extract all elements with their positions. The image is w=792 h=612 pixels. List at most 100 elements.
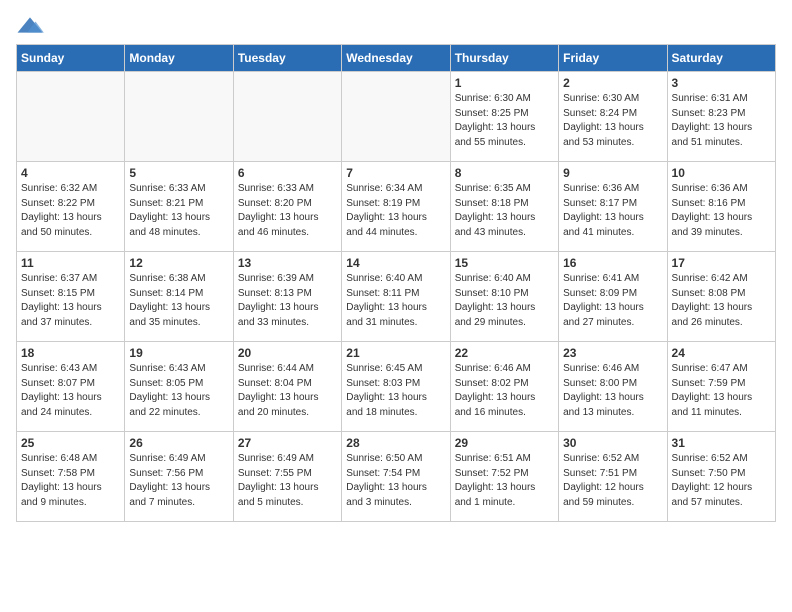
calendar-cell: 23 Sunrise: 6:46 AMSunset: 8:00 PMDayligh… bbox=[559, 342, 667, 432]
calendar-cell: 15 Sunrise: 6:40 AMSunset: 8:10 PMDayligh… bbox=[450, 252, 558, 342]
day-info: Sunrise: 6:39 AMSunset: 8:13 PMDaylight:… bbox=[238, 272, 337, 330]
calendar-cell: 31 Sunrise: 6:52 AMSunset: 7:50 PMDayligh… bbox=[667, 432, 775, 522]
day-number: 23 bbox=[563, 346, 662, 360]
calendar-cell: 29 Sunrise: 6:51 AMSunset: 7:52 PMDayligh… bbox=[450, 432, 558, 522]
day-number: 4 bbox=[21, 166, 120, 180]
day-number: 20 bbox=[238, 346, 337, 360]
weekday-wednesday: Wednesday bbox=[342, 45, 450, 72]
logo bbox=[16, 16, 46, 34]
calendar-cell bbox=[125, 72, 233, 162]
day-number: 5 bbox=[129, 166, 228, 180]
day-info: Sunrise: 6:41 AMSunset: 8:09 PMDaylight:… bbox=[563, 272, 662, 330]
calendar-cell: 6Sunrise: 6:33 AMSunset: 8:20 PMDaylight… bbox=[233, 162, 341, 252]
calendar-week-3: 11 Sunrise: 6:37 AMSunset: 8:15 PMDayligh… bbox=[17, 252, 776, 342]
day-info: Sunrise: 6:37 AMSunset: 8:15 PMDaylight:… bbox=[21, 272, 120, 330]
day-number: 6 bbox=[238, 166, 337, 180]
day-info: Sunrise: 6:49 AMSunset: 7:56 PMDaylight:… bbox=[129, 452, 228, 510]
calendar-cell: 7 Sunrise: 6:34 AMSunset: 8:19 PMDaylight… bbox=[342, 162, 450, 252]
logo-icon bbox=[16, 16, 44, 34]
day-number: 15 bbox=[455, 256, 554, 270]
weekday-tuesday: Tuesday bbox=[233, 45, 341, 72]
day-number: 7 bbox=[346, 166, 445, 180]
day-number: 31 bbox=[672, 436, 771, 450]
day-info: Sunrise: 6:42 AMSunset: 8:08 PMDaylight:… bbox=[672, 272, 771, 330]
day-number: 27 bbox=[238, 436, 337, 450]
day-number: 18 bbox=[21, 346, 120, 360]
calendar-cell: 8 Sunrise: 6:35 AMSunset: 8:18 PMDaylight… bbox=[450, 162, 558, 252]
day-info: Sunrise: 6:40 AMSunset: 8:10 PMDaylight:… bbox=[455, 272, 554, 330]
calendar-cell: 2Sunrise: 6:30 AMSunset: 8:24 PMDaylight… bbox=[559, 72, 667, 162]
weekday-monday: Monday bbox=[125, 45, 233, 72]
calendar-cell: 30 Sunrise: 6:52 AMSunset: 7:51 PMDayligh… bbox=[559, 432, 667, 522]
calendar-cell: 14Sunrise: 6:40 AMSunset: 8:11 PMDayligh… bbox=[342, 252, 450, 342]
day-info: Sunrise: 6:34 AMSunset: 8:19 PMDaylight:… bbox=[346, 182, 445, 240]
day-info: Sunrise: 6:48 AMSunset: 7:58 PMDaylight:… bbox=[21, 452, 120, 510]
day-number: 30 bbox=[563, 436, 662, 450]
day-info: Sunrise: 6:46 AMSunset: 8:00 PMDaylight:… bbox=[563, 362, 662, 420]
day-info: Sunrise: 6:31 AMSunset: 8:23 PMDaylight:… bbox=[672, 92, 771, 150]
calendar-cell: 26Sunrise: 6:49 AMSunset: 7:56 PMDayligh… bbox=[125, 432, 233, 522]
day-info: Sunrise: 6:44 AMSunset: 8:04 PMDaylight:… bbox=[238, 362, 337, 420]
day-number: 25 bbox=[21, 436, 120, 450]
calendar-week-2: 4 Sunrise: 6:32 AMSunset: 8:22 PMDaylight… bbox=[17, 162, 776, 252]
day-number: 11 bbox=[21, 256, 120, 270]
day-number: 3 bbox=[672, 76, 771, 90]
day-number: 13 bbox=[238, 256, 337, 270]
day-number: 24 bbox=[672, 346, 771, 360]
weekday-sunday: Sunday bbox=[17, 45, 125, 72]
calendar-cell: 11 Sunrise: 6:37 AMSunset: 8:15 PMDayligh… bbox=[17, 252, 125, 342]
day-number: 8 bbox=[455, 166, 554, 180]
day-info: Sunrise: 6:30 AMSunset: 8:24 PMDaylight:… bbox=[563, 92, 662, 150]
weekday-friday: Friday bbox=[559, 45, 667, 72]
day-info: Sunrise: 6:38 AMSunset: 8:14 PMDaylight:… bbox=[129, 272, 228, 330]
day-number: 9 bbox=[563, 166, 662, 180]
calendar-cell: 3 Sunrise: 6:31 AMSunset: 8:23 PMDaylight… bbox=[667, 72, 775, 162]
day-info: Sunrise: 6:50 AMSunset: 7:54 PMDaylight:… bbox=[346, 452, 445, 510]
calendar-cell: 18 Sunrise: 6:43 AMSunset: 8:07 PMDayligh… bbox=[17, 342, 125, 432]
day-info: Sunrise: 6:36 AMSunset: 8:16 PMDaylight:… bbox=[672, 182, 771, 240]
day-number: 22 bbox=[455, 346, 554, 360]
day-info: Sunrise: 6:40 AMSunset: 8:11 PMDaylight:… bbox=[346, 272, 445, 330]
calendar-cell bbox=[17, 72, 125, 162]
calendar-week-4: 18 Sunrise: 6:43 AMSunset: 8:07 PMDayligh… bbox=[17, 342, 776, 432]
day-number: 16 bbox=[563, 256, 662, 270]
calendar-cell: 5 Sunrise: 6:33 AMSunset: 8:21 PMDaylight… bbox=[125, 162, 233, 252]
day-info: Sunrise: 6:46 AMSunset: 8:02 PMDaylight:… bbox=[455, 362, 554, 420]
day-number: 29 bbox=[455, 436, 554, 450]
day-info: Sunrise: 6:51 AMSunset: 7:52 PMDaylight:… bbox=[455, 452, 554, 510]
weekday-header-row: SundayMondayTuesdayWednesdayThursdayFrid… bbox=[17, 45, 776, 72]
calendar-cell: 13 Sunrise: 6:39 AMSunset: 8:13 PMDayligh… bbox=[233, 252, 341, 342]
day-number: 17 bbox=[672, 256, 771, 270]
calendar-cell: 24 Sunrise: 6:47 AMSunset: 7:59 PMDayligh… bbox=[667, 342, 775, 432]
calendar-cell: 20 Sunrise: 6:44 AMSunset: 8:04 PMDayligh… bbox=[233, 342, 341, 432]
calendar-cell: 1 Sunrise: 6:30 AMSunset: 8:25 PMDaylight… bbox=[450, 72, 558, 162]
day-info: Sunrise: 6:35 AMSunset: 8:18 PMDaylight:… bbox=[455, 182, 554, 240]
calendar-cell: 4 Sunrise: 6:32 AMSunset: 8:22 PMDaylight… bbox=[17, 162, 125, 252]
day-info: Sunrise: 6:47 AMSunset: 7:59 PMDaylight:… bbox=[672, 362, 771, 420]
day-info: Sunrise: 6:36 AMSunset: 8:17 PMDaylight:… bbox=[563, 182, 662, 240]
calendar-cell: 9 Sunrise: 6:36 AMSunset: 8:17 PMDaylight… bbox=[559, 162, 667, 252]
calendar-cell: 22 Sunrise: 6:46 AMSunset: 8:02 PMDayligh… bbox=[450, 342, 558, 432]
weekday-thursday: Thursday bbox=[450, 45, 558, 72]
calendar-cell: 10 Sunrise: 6:36 AMSunset: 8:16 PMDayligh… bbox=[667, 162, 775, 252]
day-info: Sunrise: 6:52 AMSunset: 7:50 PMDaylight:… bbox=[672, 452, 771, 510]
day-number: 1 bbox=[455, 76, 554, 90]
day-number: 19 bbox=[129, 346, 228, 360]
page-header bbox=[16, 16, 776, 34]
day-number: 10 bbox=[672, 166, 771, 180]
day-info: Sunrise: 6:49 AMSunset: 7:55 PMDaylight:… bbox=[238, 452, 337, 510]
day-info: Sunrise: 6:43 AMSunset: 8:05 PMDaylight:… bbox=[129, 362, 228, 420]
day-number: 12 bbox=[129, 256, 228, 270]
calendar-cell: 16 Sunrise: 6:41 AMSunset: 8:09 PMDayligh… bbox=[559, 252, 667, 342]
day-info: Sunrise: 6:32 AMSunset: 8:22 PMDaylight:… bbox=[21, 182, 120, 240]
day-info: Sunrise: 6:33 AMSunset: 8:21 PMDaylight:… bbox=[129, 182, 228, 240]
calendar-cell: 25 Sunrise: 6:48 AMSunset: 7:58 PMDayligh… bbox=[17, 432, 125, 522]
calendar-table: SundayMondayTuesdayWednesdayThursdayFrid… bbox=[16, 44, 776, 522]
day-info: Sunrise: 6:43 AMSunset: 8:07 PMDaylight:… bbox=[21, 362, 120, 420]
calendar-cell bbox=[233, 72, 341, 162]
day-number: 28 bbox=[346, 436, 445, 450]
day-info: Sunrise: 6:52 AMSunset: 7:51 PMDaylight:… bbox=[563, 452, 662, 510]
day-info: Sunrise: 6:45 AMSunset: 8:03 PMDaylight:… bbox=[346, 362, 445, 420]
day-info: Sunrise: 6:30 AMSunset: 8:25 PMDaylight:… bbox=[455, 92, 554, 150]
calendar-cell: 21Sunrise: 6:45 AMSunset: 8:03 PMDayligh… bbox=[342, 342, 450, 432]
